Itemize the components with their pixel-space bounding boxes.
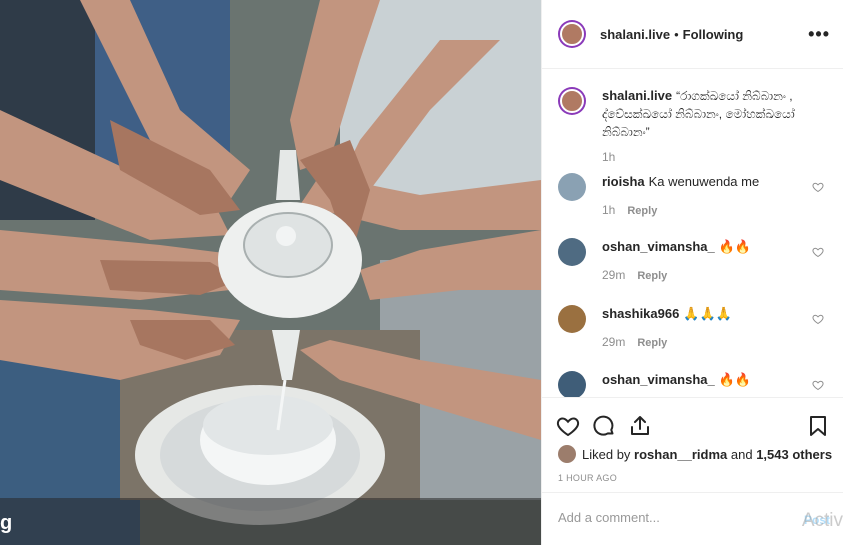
commenter-avatar[interactable]: [558, 238, 586, 266]
commenter-avatar[interactable]: [558, 371, 586, 397]
activate-windows-watermark: Activ: [801, 510, 843, 531]
liker-avatar: [558, 445, 576, 463]
reply-button[interactable]: Reply: [637, 337, 667, 349]
header-separator: •: [674, 26, 679, 42]
comment-text: Ka wenuwenda me: [648, 174, 760, 189]
likes-summary[interactable]: Liked by roshan__ridma and 1,543 others: [558, 445, 832, 463]
comment-time: 29m: [602, 335, 626, 349]
commenter-avatar[interactable]: [558, 173, 586, 201]
comment-bubble-icon[interactable]: [592, 414, 616, 438]
comment-text: 🔥🔥: [718, 372, 752, 387]
comment-username[interactable]: shashika966: [602, 306, 679, 321]
caption-username[interactable]: shalani.live: [602, 88, 672, 103]
like-comment-heart-icon[interactable]: [812, 246, 824, 258]
post-header: shalani.live • Following •••: [542, 0, 843, 69]
comment-body: oshan_vimansha_ 🔥🔥: [602, 238, 802, 256]
author-username[interactable]: shalani.live: [600, 27, 670, 42]
likes-middle: and: [730, 446, 753, 462]
comment-time: 29m: [602, 268, 626, 282]
like-comment-heart-icon[interactable]: [812, 181, 824, 193]
comment-username[interactable]: rioisha: [602, 174, 645, 189]
caption-avatar[interactable]: [558, 87, 586, 115]
comment-text: 🙏🙏🙏: [683, 306, 732, 321]
comment-username[interactable]: oshan_vimansha_: [602, 239, 715, 254]
caption-time: 1h: [602, 150, 616, 164]
following-button[interactable]: Following: [683, 27, 744, 42]
more-options-icon[interactable]: •••: [808, 24, 830, 45]
add-comment-input[interactable]: [558, 510, 778, 525]
comment-time: 1h: [602, 203, 616, 217]
bookmark-icon[interactable]: [806, 414, 830, 438]
instagram-post: g shalani.live • Following ••• shalani.l…: [0, 0, 843, 545]
likes-prefix: Liked by: [582, 446, 631, 462]
comment-body: shashika966 🙏🙏🙏: [602, 305, 802, 323]
comment-meta: 29m Reply: [602, 335, 667, 349]
commenter-avatar[interactable]: [558, 305, 586, 333]
likes-count[interactable]: 1,543 others: [756, 447, 832, 462]
comment-meta: 29m Reply: [602, 268, 667, 282]
photo-illustration: [0, 0, 541, 545]
caption-body: shalani.live “රාගක්ඛයෝ නිබ්බානං , ද්වේසක්…: [602, 87, 822, 141]
caption-meta: 1h: [602, 150, 615, 164]
post-side-panel: shalani.live • Following ••• shalani.liv…: [541, 0, 843, 545]
comment-meta: 1h Reply: [602, 203, 657, 217]
photo-overlay-strip: [0, 498, 541, 545]
author-avatar[interactable]: [558, 20, 586, 48]
comment-body: oshan_vimansha_ 🔥🔥: [602, 371, 802, 389]
liker-username[interactable]: roshan__ridma: [634, 447, 727, 462]
like-comment-heart-icon[interactable]: [812, 379, 824, 391]
like-heart-icon[interactable]: [556, 414, 580, 438]
reply-button[interactable]: Reply: [637, 270, 667, 282]
post-timestamp: 1 HOUR AGO: [558, 473, 618, 483]
photo-overlay-text: g: [0, 512, 13, 534]
comment-username[interactable]: oshan_vimansha_: [602, 372, 715, 387]
comments-list[interactable]: shalani.live “රාගක්ඛයෝ නිබ්බානං , ද්වේසක්…: [542, 69, 843, 397]
reply-button[interactable]: Reply: [627, 205, 657, 217]
comment-body: rioisha Ka wenuwenda me: [602, 173, 802, 191]
like-comment-heart-icon[interactable]: [812, 313, 824, 325]
share-upload-icon[interactable]: [628, 414, 652, 438]
comment-text: 🔥🔥: [718, 239, 752, 254]
add-comment-bar: Post: [542, 492, 843, 545]
post-photo[interactable]: g: [0, 0, 541, 545]
